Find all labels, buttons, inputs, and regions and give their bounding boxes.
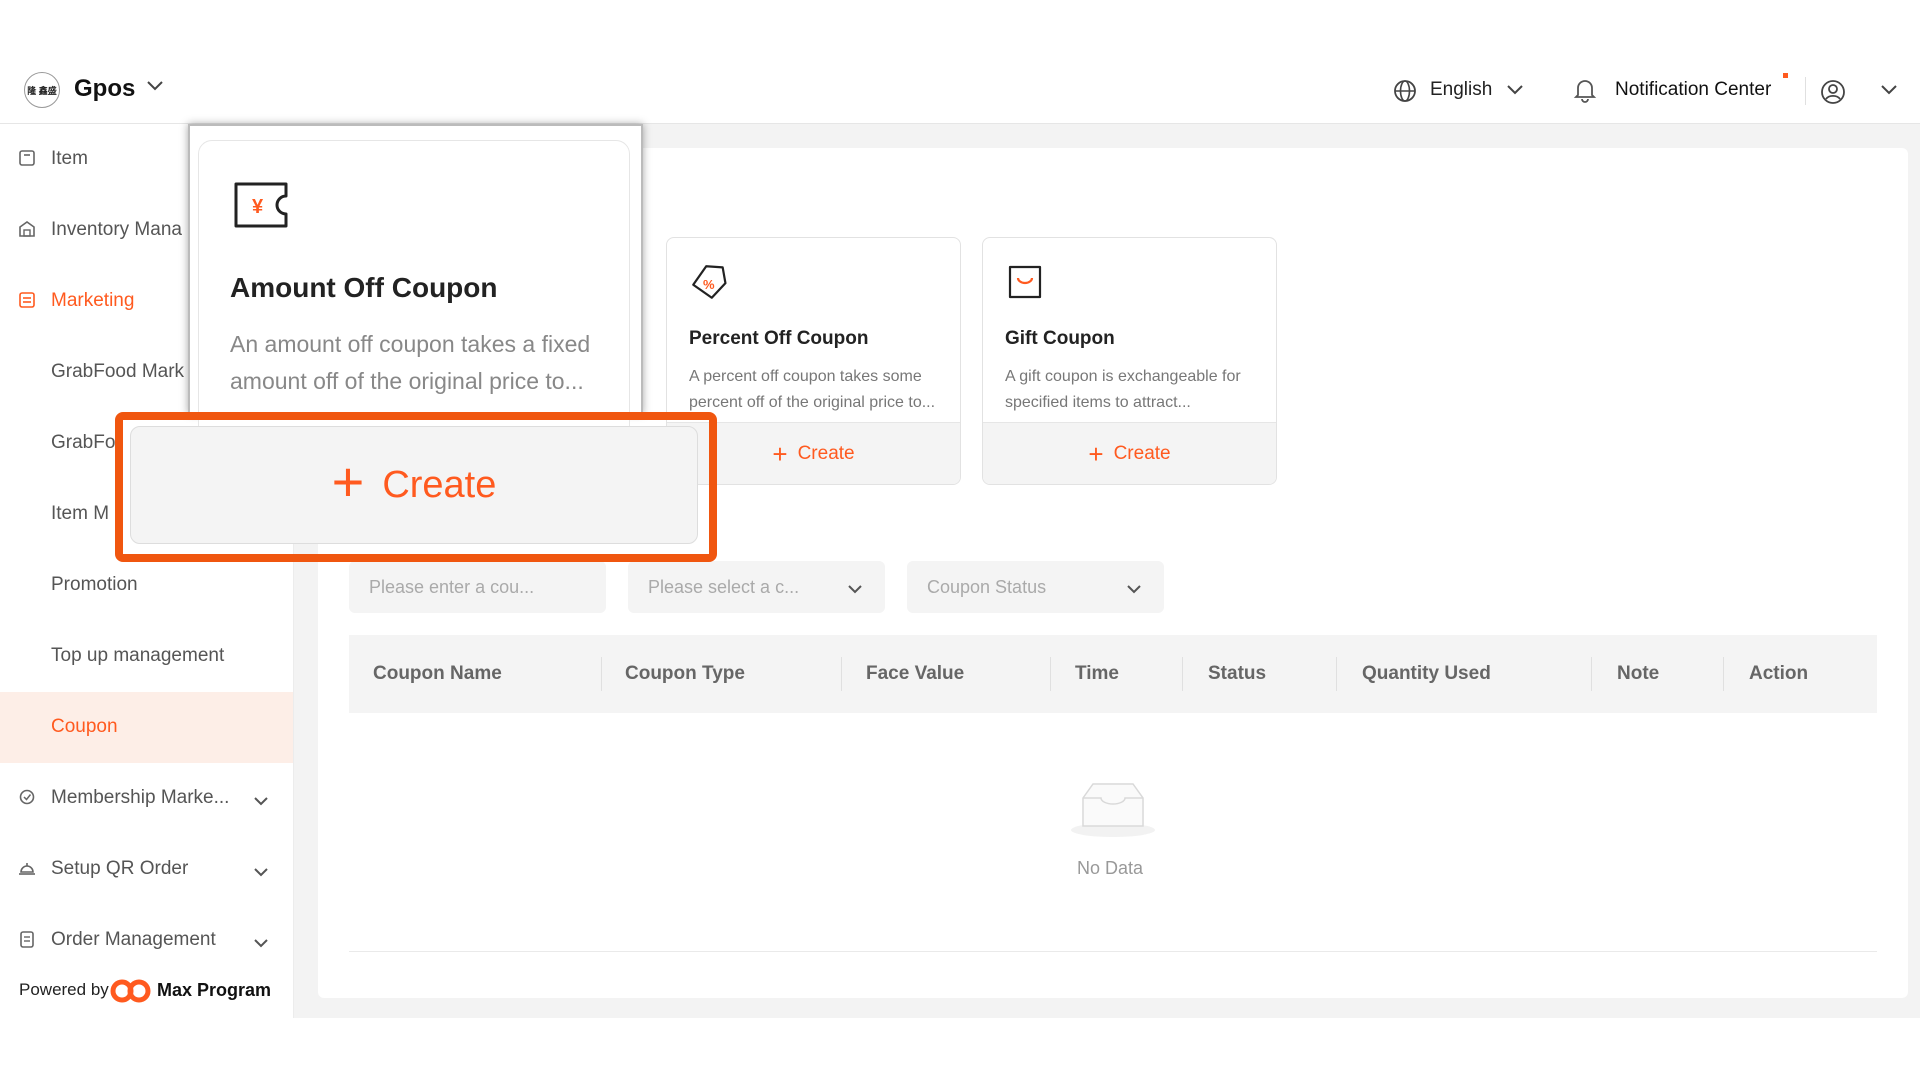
sidebar-item-label: Item: [51, 148, 88, 169]
column-header: Quantity Used: [1362, 663, 1491, 684]
warehouse-icon: [18, 220, 36, 244]
gift-bag-icon: [1005, 262, 1045, 307]
card-description: A gift coupon is exchangeable for specif…: [1005, 368, 1241, 411]
clipboard-icon: [18, 930, 36, 954]
top-header: 隆 鑫盛 Gpos English Notification Center: [0, 55, 1920, 124]
svg-text:¥: ¥: [252, 196, 264, 218]
logo-text: 隆 鑫盛: [27, 85, 57, 96]
sidebar-item-membership[interactable]: Membership Marke...: [0, 763, 293, 834]
gift-coupon-card: Gift Coupon A gift coupon is exchangeabl…: [982, 237, 1277, 485]
sidebar-item-label: Setup QR Order: [51, 858, 189, 879]
column-header: Face Value: [866, 663, 965, 684]
select-placeholder: Please select a c...: [648, 576, 800, 597]
language-selector[interactable]: English: [1430, 79, 1492, 101]
column-header: Time: [1075, 663, 1120, 684]
card-description: A percent off coupon takes some percent …: [689, 368, 936, 411]
user-avatar-icon[interactable]: [1820, 79, 1846, 110]
column-divider: [1591, 657, 1592, 691]
percent-tag-icon: %: [689, 262, 729, 307]
notification-center-link[interactable]: Notification Center: [1615, 79, 1771, 101]
column-header: Status: [1208, 663, 1267, 684]
chevron-down-icon: [253, 791, 269, 813]
cloche-icon: [18, 859, 36, 883]
card-title: Gift Coupon: [1005, 328, 1115, 349]
sidebar-item-label: Coupon: [51, 716, 118, 737]
column-header: Note: [1617, 663, 1660, 684]
sidebar-item-label: GrabFo: [51, 432, 116, 453]
globe-icon[interactable]: [1393, 79, 1417, 108]
sidebar-item-label: GrabFood Mark: [51, 361, 185, 382]
chevron-down-icon: [847, 579, 863, 600]
sidebar-item-label: Inventory Mana: [51, 219, 182, 240]
column-header: Coupon Type: [625, 663, 745, 684]
chevron-down-icon[interactable]: [1506, 83, 1524, 102]
select-placeholder: Coupon Status: [927, 576, 1047, 597]
column-divider: [1723, 657, 1724, 691]
sidebar-item-label: Membership Marke...: [51, 787, 230, 808]
create-gift-coupon-button[interactable]: + Create: [983, 422, 1276, 484]
sidebar-item-qr-order[interactable]: Setup QR Order: [0, 834, 293, 905]
item-icon: [18, 149, 36, 173]
column-divider: [841, 657, 842, 691]
coupon-status-select[interactable]: Coupon Status: [907, 561, 1164, 613]
column-header: Coupon Name: [373, 663, 502, 684]
column-divider: [1182, 657, 1183, 691]
bottom-margin: [0, 1018, 1920, 1080]
sidebar-item-label: Top up management: [51, 645, 225, 666]
chevron-down-icon: [253, 862, 269, 884]
header-divider: [1805, 77, 1806, 105]
table-bottom-border: [349, 951, 1877, 952]
plus-icon: +: [772, 438, 788, 469]
coupon-type-select[interactable]: Please select a c...: [628, 561, 885, 613]
coupon-name-input[interactable]: Please enter a cou...: [349, 561, 606, 613]
sidebar-item-top-up[interactable]: Top up management: [0, 621, 293, 692]
store-name[interactable]: Gpos: [74, 75, 135, 103]
coupon-table-header: Coupon Name Coupon Type Face Value Time …: [349, 635, 1877, 713]
marketing-icon: [18, 291, 36, 315]
no-data-text: No Data: [1077, 858, 1144, 878]
bell-icon[interactable]: [1573, 77, 1597, 108]
sidebar-item-label: Order Management: [51, 929, 216, 950]
plus-icon: +: [1088, 438, 1104, 469]
chevron-down-icon: [1126, 579, 1142, 600]
chevron-down-icon[interactable]: [146, 79, 164, 98]
max-program-label: Max Program: [157, 980, 272, 1000]
yen-ticket-icon: ¥: [232, 180, 290, 235]
empty-inbox-icon: [1069, 778, 1157, 843]
highlight-box: [115, 412, 717, 562]
card-title: Amount Off Coupon: [230, 272, 498, 303]
sidebar-item-label: Marketing: [51, 290, 135, 311]
sidebar-item-order-management[interactable]: Order Management: [0, 905, 293, 976]
membership-icon: [18, 788, 36, 812]
powered-by-text: Powered by: [19, 980, 109, 999]
column-header: Action: [1749, 663, 1809, 684]
card-title: Percent Off Coupon: [689, 328, 869, 349]
chevron-down-icon: [253, 933, 269, 955]
button-label: Create: [797, 442, 855, 464]
notification-badge: [1783, 73, 1788, 78]
column-divider: [1336, 657, 1337, 691]
sidebar-item-label: Promotion: [51, 574, 138, 595]
card-description: An amount off coupon takes a fixed amoun…: [230, 331, 591, 394]
store-logo[interactable]: 隆 鑫盛: [24, 72, 60, 108]
sidebar-item-label: Item M: [51, 503, 110, 524]
sidebar-item-coupon[interactable]: Coupon: [0, 692, 293, 763]
column-divider: [1050, 657, 1051, 691]
svg-text:%: %: [703, 277, 715, 292]
column-divider: [601, 657, 602, 691]
button-label: Create: [1113, 442, 1171, 464]
max-program-logo-icon: [110, 977, 152, 1010]
chevron-down-icon[interactable]: [1880, 83, 1898, 102]
